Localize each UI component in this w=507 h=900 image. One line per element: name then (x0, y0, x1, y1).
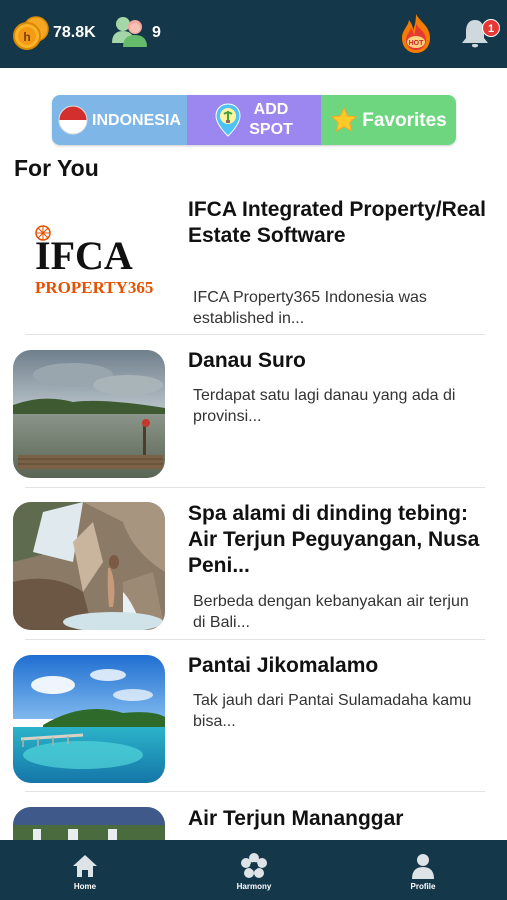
hot-flame-icon[interactable]: HOT (397, 12, 435, 54)
indonesia-flag-icon (58, 105, 88, 135)
logo-sub-text: PROPERTY365 (35, 278, 153, 297)
add-spot-button[interactable]: ADD SPOT (187, 95, 321, 145)
indonesia-label: INDONESIA (92, 111, 181, 129)
divider (25, 639, 485, 640)
top-bar: h 78.8K 9 HOT 1 (0, 0, 507, 68)
divider (25, 487, 485, 488)
indonesia-button[interactable]: INDONESIA (52, 95, 187, 145)
list-item[interactable]: Danau Suro Terdapat satu lagi danau yang… (0, 345, 507, 485)
item-description: Berbeda dengan kebanyakan air terjun di … (193, 593, 469, 631)
svg-text:h: h (23, 30, 30, 44)
add-spot-label: ADD SPOT (249, 100, 293, 140)
map-pin-icon (215, 103, 241, 137)
item-title: Air Terjun Mananggar (188, 807, 404, 830)
list-item[interactable]: Air Terjun Mananggar (0, 802, 507, 842)
item-title: Danau Suro (188, 349, 306, 372)
favorites-button[interactable]: Favorites (321, 95, 456, 145)
nav-harmony[interactable]: Harmony (214, 840, 294, 900)
star-icon (331, 106, 358, 133)
list-item[interactable]: IFCA PROPERTY365 IFCA Integrated Propert… (0, 195, 507, 335)
svg-text:HOT: HOT (409, 40, 425, 47)
item-description: Terdapat satu lagi danau yang ada di pro… (193, 387, 456, 425)
logo-main-text: IFCA (35, 233, 133, 278)
bottom-navigation: Home Harmony Profile (0, 840, 507, 900)
coins-count: 78.8K (53, 24, 96, 41)
nav-home-label: Home (73, 882, 97, 891)
section-title: For You (14, 155, 99, 181)
add-spot-label-line1: ADD (253, 101, 289, 118)
nav-harmony-label: Harmony (236, 882, 272, 891)
item-title: IFCA Integrated Property/Real Estate Sof… (188, 198, 486, 247)
person-icon (412, 854, 434, 879)
category-segmented-control: INDONESIA ADD SPOT Favorites (52, 95, 456, 145)
list-item[interactable]: Pantai Jikomalamo Tak jauh dari Pantai S… (0, 650, 507, 790)
flower-icon (241, 853, 267, 878)
item-description: Tak jauh dari Pantai Sulamadaha kamu bis… (193, 692, 472, 730)
nav-profile[interactable]: Profile (383, 840, 463, 900)
favorites-label: Favorites (362, 109, 447, 131)
add-spot-label-line2: SPOT (249, 121, 293, 138)
app-screen: h 78.8K 9 HOT 1 INDONESIA ADD SPOT Favor… (0, 0, 507, 900)
coin-icon[interactable]: h (12, 15, 50, 51)
ifca-logo: IFCA PROPERTY365 (13, 203, 165, 331)
item-title: Spa alami di dinding tebing: Air Terjun … (188, 502, 480, 577)
item-description: IFCA Property365 Indonesia was establish… (193, 289, 427, 327)
item-title: Pantai Jikomalamo (188, 654, 379, 677)
nav-profile-label: Profile (410, 882, 436, 891)
notification-badge: 1 (482, 19, 500, 37)
beach-thumbnail (13, 655, 165, 783)
friends-count: 9 (152, 24, 161, 41)
lake-thumbnail (13, 350, 165, 478)
divider (25, 334, 485, 335)
friends-icon[interactable] (111, 15, 149, 51)
divider (25, 791, 485, 792)
waterfall-thumbnail (13, 807, 165, 842)
waterfall-spa-thumbnail (13, 502, 165, 630)
list-item[interactable]: Spa alami di dinding tebing: Air Terjun … (0, 498, 507, 638)
home-icon (73, 855, 97, 877)
nav-home[interactable]: Home (45, 840, 125, 900)
